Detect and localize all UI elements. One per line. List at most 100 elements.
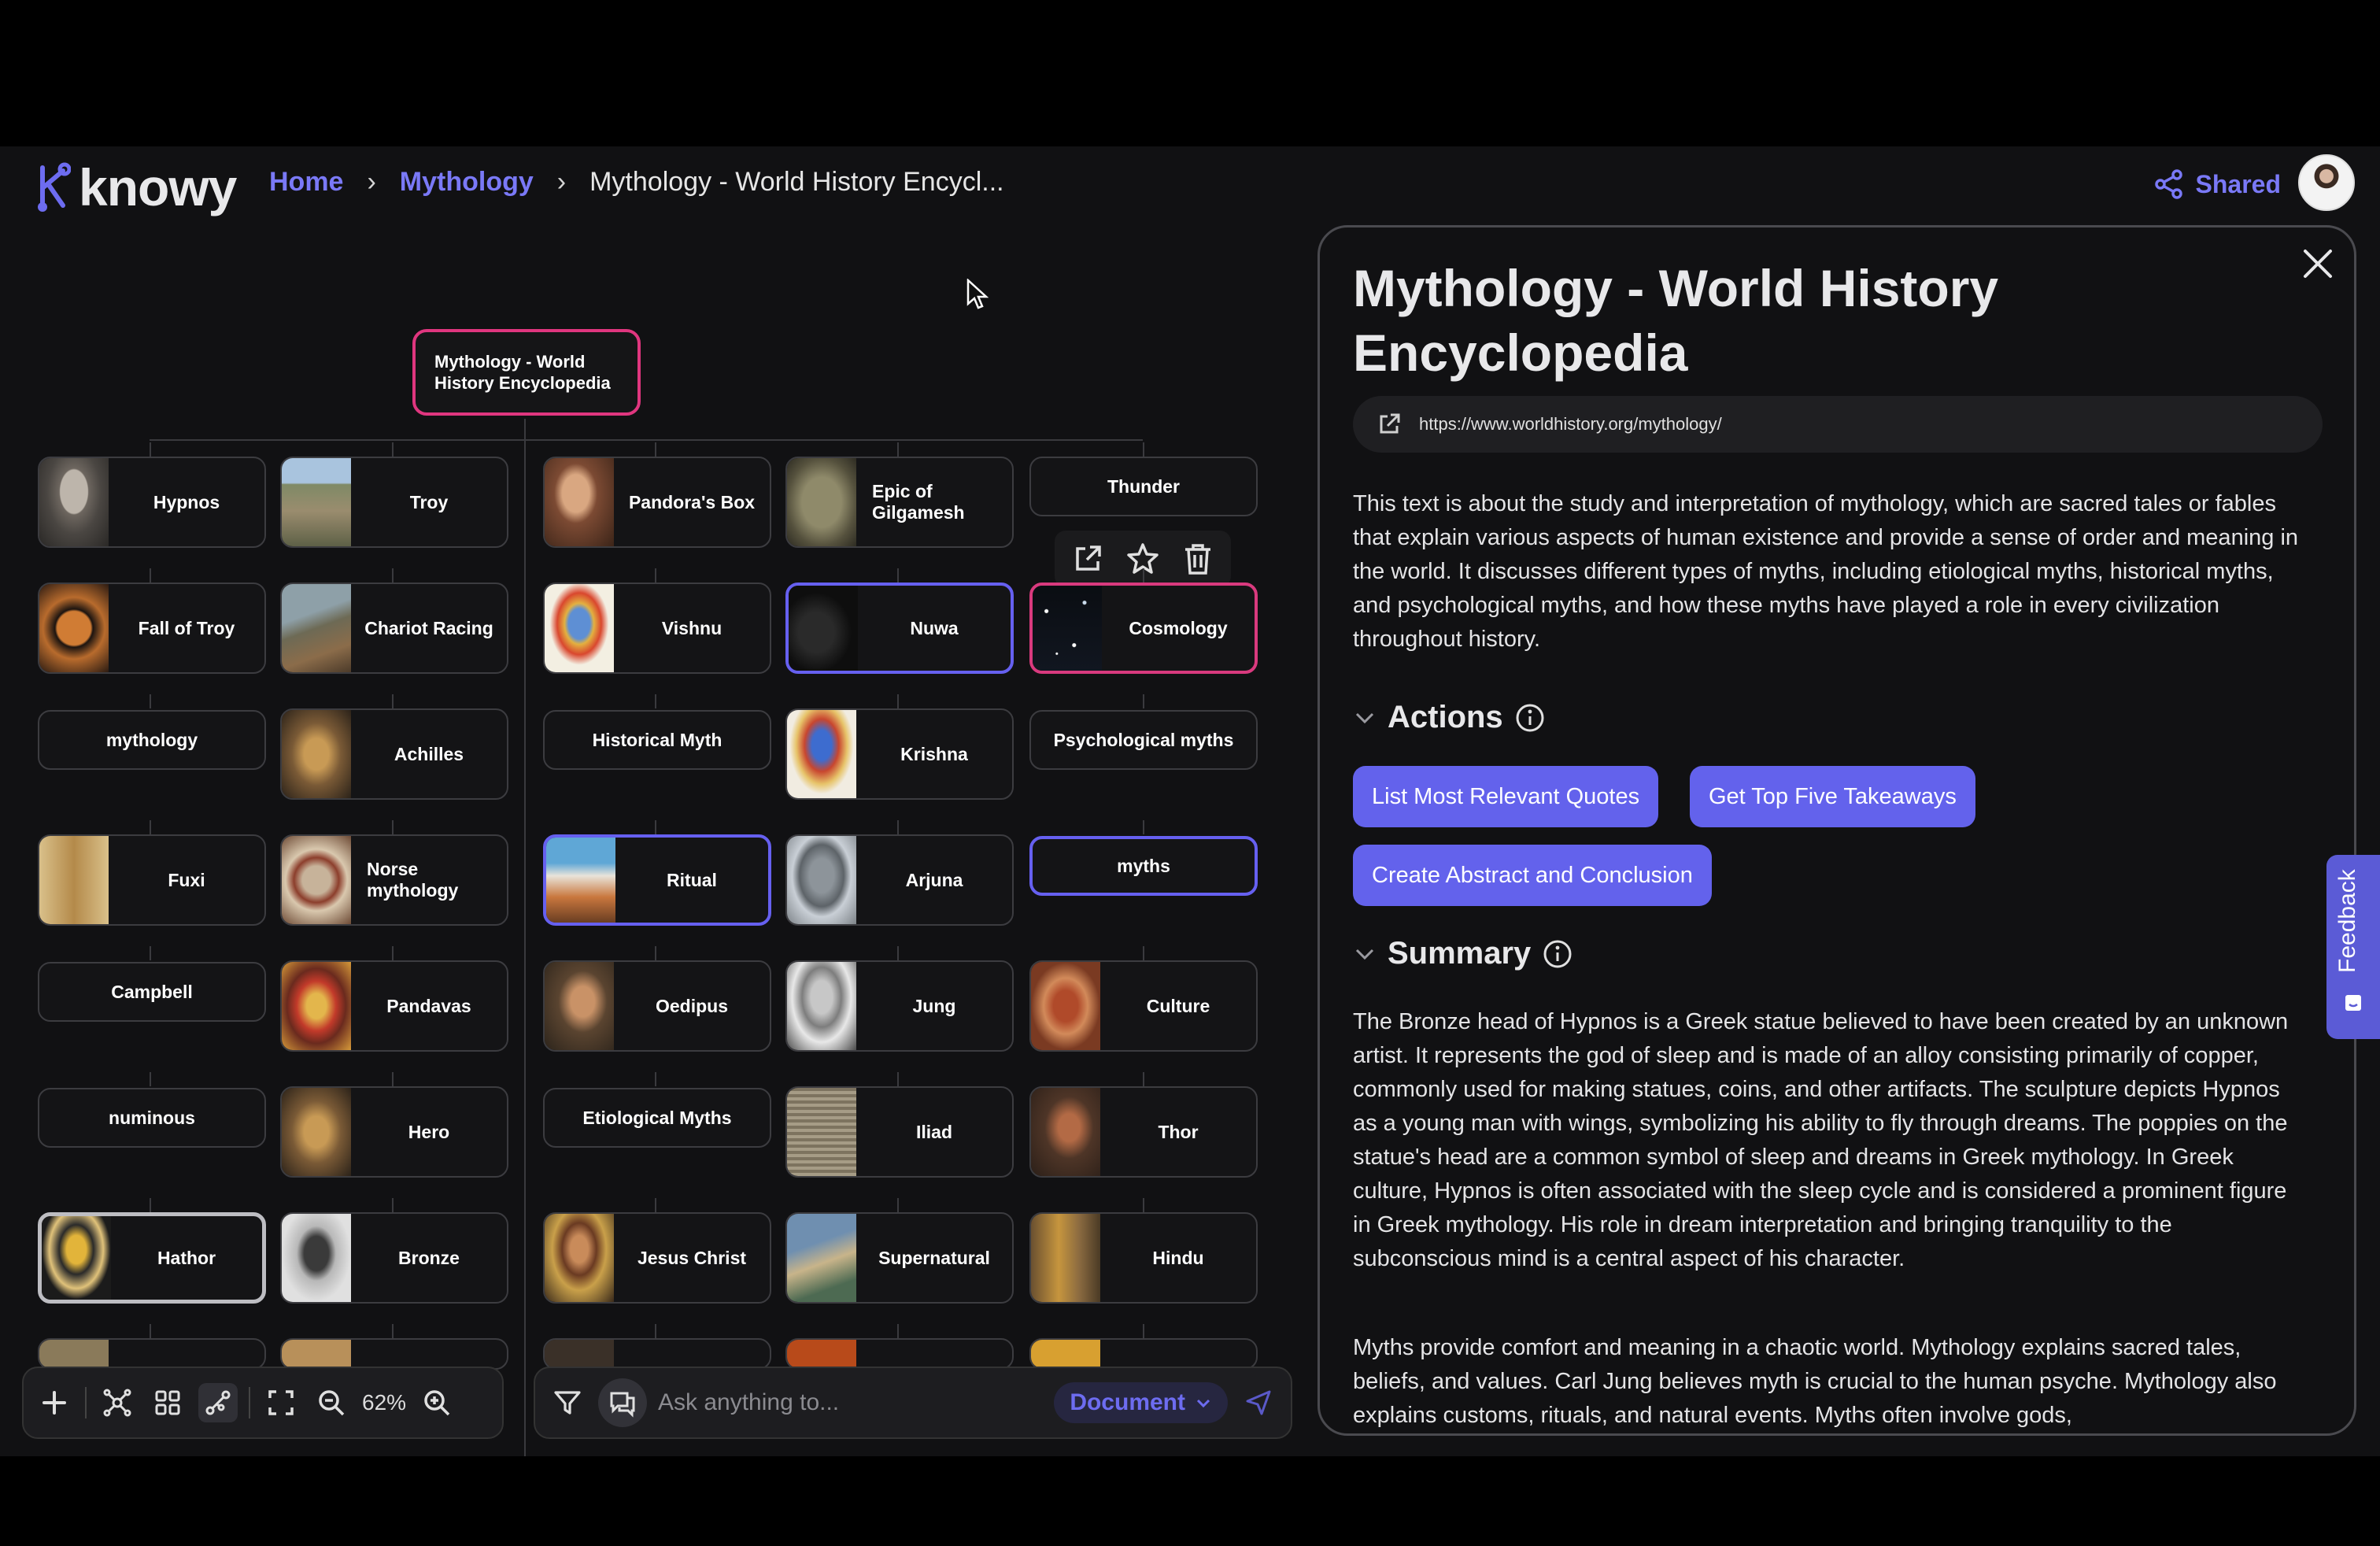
node-campbell[interactable]: Campbell [38, 962, 266, 1022]
node-label: Norse mythology [367, 859, 459, 901]
node-hypnos[interactable]: Hypnos [38, 457, 266, 548]
node-ritual[interactable]: Ritual [543, 834, 771, 926]
filter-button[interactable] [548, 1383, 587, 1422]
node-cosmology[interactable]: Cosmology [1029, 583, 1258, 674]
root-node[interactable]: Mythology - World History Encyclopedia [412, 329, 641, 416]
cursor-icon [966, 279, 989, 309]
node-fuxi[interactable]: Fuxi [38, 834, 266, 926]
source-url-link[interactable]: https://www.worldhistory.org/mythology/ [1353, 396, 2323, 453]
node-etiological-myths[interactable]: Etiological Myths [543, 1088, 771, 1148]
zoom-level: 62% [362, 1390, 407, 1415]
grid-layout-button[interactable] [148, 1383, 187, 1422]
node-hindu[interactable]: Hindu [1029, 1212, 1258, 1304]
node-arjuna[interactable]: Arjuna [785, 834, 1014, 926]
ask-bar: Ask anything to... Document [534, 1367, 1292, 1439]
node-image [282, 710, 351, 798]
canvas-toolbar: 62% [22, 1367, 504, 1439]
node-achilles[interactable]: Achilles [280, 708, 508, 800]
trash-icon[interactable] [1181, 542, 1214, 576]
top-takeaways-button[interactable]: Get Top Five Takeaways [1690, 766, 1975, 827]
list-quotes-button[interactable]: List Most Relevant Quotes [1353, 766, 1659, 827]
breadcrumb-home[interactable]: Home [269, 167, 343, 198]
ask-input[interactable]: Ask anything to... [658, 1389, 1043, 1416]
node-epic-of-gilgamesh[interactable]: Epic of Gilgamesh [785, 457, 1014, 548]
info-icon[interactable] [1542, 938, 1573, 970]
breadcrumb-current: Mythology - World History Encycl... [589, 167, 1004, 197]
node-hathor[interactable]: Hathor [38, 1212, 266, 1304]
actions-heading: Actions [1388, 700, 1503, 734]
app-name: knowy [79, 158, 237, 216]
node-label: Cosmology [1129, 617, 1228, 638]
open-external-icon[interactable] [1071, 542, 1104, 575]
node-fall-of-troy[interactable]: Fall of Troy [38, 583, 266, 674]
node-label: Krishna [900, 743, 968, 764]
node-image [787, 458, 856, 546]
connector-stub [150, 1072, 151, 1086]
avatar[interactable] [2298, 154, 2355, 211]
node-hero[interactable]: Hero [280, 1086, 508, 1178]
zoom-in-button[interactable] [417, 1383, 456, 1422]
panel-description: This text is about the study and interpr… [1353, 491, 2299, 652]
node-thunder[interactable]: Thunder [1029, 457, 1258, 516]
close-icon[interactable] [2299, 245, 2337, 283]
knowy-logo[interactable]: knowy [35, 157, 237, 217]
info-icon[interactable] [1514, 702, 1546, 734]
node-image [282, 458, 351, 546]
connector-stub [392, 442, 394, 457]
node-chariot-racing[interactable]: Chariot Racing [280, 583, 508, 674]
node-label: Jesus Christ [637, 1247, 747, 1268]
zoom-out-button[interactable] [312, 1383, 351, 1422]
node-krishna[interactable]: Krishna [785, 708, 1014, 800]
node-label: Vishnu [661, 617, 722, 638]
share-button[interactable]: Shared [2153, 168, 2281, 200]
node-image [789, 586, 858, 671]
network-layout-button[interactable] [98, 1383, 137, 1422]
node-label: Etiological Myths [582, 1107, 732, 1128]
node-oedipus[interactable]: Oedipus [543, 960, 771, 1052]
tree-layout-button[interactable] [198, 1383, 238, 1422]
node-troy[interactable]: Troy [280, 457, 508, 548]
connector-stub [897, 442, 899, 457]
connector-stub [655, 946, 656, 960]
node-historical-myth[interactable]: Historical Myth [543, 710, 771, 770]
node-psychological-myths[interactable]: Psychological myths [1029, 710, 1258, 770]
node-label: Hathor [157, 1247, 216, 1268]
node-supernatural[interactable]: Supernatural [785, 1212, 1014, 1304]
connector-stub [655, 1324, 656, 1338]
connector-stub [655, 820, 656, 834]
app-window: knowy Home › Mythology › Mythology - Wor… [0, 146, 2380, 1456]
node-jung[interactable]: Jung [785, 960, 1014, 1052]
feedback-tab[interactable]: Feedback [2326, 855, 2380, 1039]
node-label: Chariot Racing [364, 617, 493, 638]
filter-icon [554, 1391, 581, 1415]
node-pandoras-box[interactable]: Pandora's Box [543, 457, 771, 548]
node-mythology[interactable]: mythology [38, 710, 266, 770]
node-nuwa[interactable]: Nuwa [785, 583, 1014, 674]
add-node-button[interactable] [35, 1383, 74, 1422]
abstract-conclusion-button[interactable]: Create Abstract and Conclusion [1353, 845, 1712, 906]
chat-button[interactable] [598, 1378, 647, 1427]
node-iliad[interactable]: Iliad [785, 1086, 1014, 1178]
fit-screen-button[interactable] [261, 1383, 301, 1422]
summary-section-toggle[interactable]: Summary [1353, 936, 1573, 971]
node-norse-mythology[interactable]: Norse mythology [280, 834, 508, 926]
node-numinous[interactable]: numinous [38, 1088, 266, 1148]
node-myths[interactable]: myths [1029, 836, 1258, 896]
node-thor[interactable]: Thor [1029, 1086, 1258, 1178]
node-pandavas[interactable]: Pandavas [280, 960, 508, 1052]
chevron-down-icon [1355, 949, 1374, 960]
actions-section-toggle[interactable]: Actions [1353, 700, 1546, 735]
connector-stub [1143, 946, 1144, 960]
node-bronze[interactable]: Bronze [280, 1212, 508, 1304]
connector-stub [655, 694, 656, 708]
scope-dropdown[interactable]: Document [1054, 1382, 1228, 1423]
node-vishnu[interactable]: Vishnu [543, 583, 771, 674]
send-button[interactable] [1239, 1383, 1278, 1422]
node-jesus-christ[interactable]: Jesus Christ [543, 1212, 771, 1304]
node-culture[interactable]: Culture [1029, 960, 1258, 1052]
chevron-down-icon [1196, 1399, 1210, 1408]
breadcrumb-mythology[interactable]: Mythology [400, 167, 534, 198]
node-label: Hero [408, 1121, 450, 1142]
fullscreen-icon [268, 1390, 294, 1415]
node-image [545, 584, 614, 672]
